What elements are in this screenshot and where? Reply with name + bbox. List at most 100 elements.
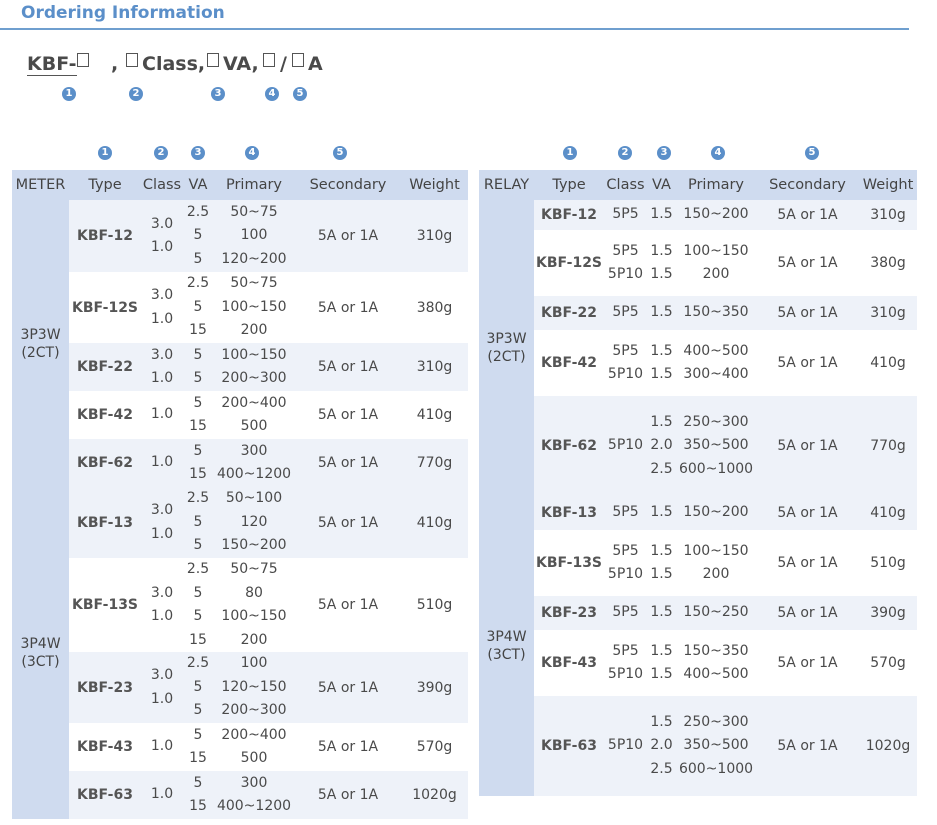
class-value: 5P5 [612,206,639,223]
va-cell: 5 15 [183,723,213,771]
primary-value: 200~300 [221,702,287,719]
weight-cell: 570g [870,655,906,671]
class-value: 5P5 [612,642,639,659]
primary-value: 50~75 [230,561,278,577]
va-value: 2.0 [650,437,673,454]
primary-value: 600~1000 [678,760,754,777]
class-cell: 3.0 1.0 [141,652,183,723]
va-value: 1.5 [650,713,673,730]
meter-badge-1: 1 [98,146,112,160]
secondary-cell: 5A or 1A [295,343,401,391]
va-value: 5 [193,726,203,743]
secondary-cell: 5A or 1A [756,596,859,630]
va-value: 5 [193,250,203,267]
primary-value: 200 [702,566,730,582]
weight-cell: 410g [859,496,917,530]
table-row: KBF-22 3.0 1.0 5 5 100~150 200~300 5A or 1A 310g [12,343,468,391]
va-value: 5 [193,608,203,624]
va-value: 1.5 [650,304,673,321]
primary-cell: 150~350 400~500 [676,630,756,696]
secondary-cell: 5A or 1A [317,597,379,613]
class-value: 3.0 [150,215,174,232]
group-sublabel: (2CT) [487,349,526,365]
va-value: 5 [193,537,203,554]
primary-value: 200 [240,322,268,339]
class-value: 3.0 [150,584,174,601]
primary-cell: 50~100 120 150~200 [213,487,295,558]
col-header: METER [12,170,69,200]
weight-cell: 570g [416,739,453,755]
weight-cell: 770g [859,396,917,496]
primary-value: 300~400 [683,366,749,382]
va-value: 2.5 [186,561,210,577]
class-value: 1.0 [150,525,174,542]
secondary-cell: 5A or 1A [295,200,401,272]
va-value: 5 [193,584,203,601]
va-value: 2.5 [650,760,673,777]
primary-cell: 50~75 100 120~200 [213,200,295,272]
table-row: 3P4W (3CT) KBF-13 5P5 1.5 150~200 5A or 1A 410g [479,496,917,796]
va-cell: 1.5 1.5 [647,630,676,696]
va-value: 1.5 [650,504,673,521]
group-label: 3P4W [20,636,61,652]
primary-cell: 250~300 350~500 600~1000 [676,396,756,496]
primary-cell: 200~400 500 [213,391,295,439]
va-cell: 1.5 [647,296,676,330]
type-cell: KBF-13S [71,597,139,613]
col-header: Type [69,170,141,200]
primary-cell: 250~300 350~500 600~1000 [676,696,756,796]
code-va-label: VA, [223,53,259,75]
va-value: 1.5 [650,542,673,559]
primary-value: 200~400 [221,394,287,411]
class-cell: 5P10 [604,696,647,796]
secondary-cell: 5A or 1A [756,200,859,230]
class-value: 3.0 [150,287,174,303]
wiring-group-cell: 3P4W (3CT) [12,487,69,819]
primary-value: 100 [240,227,268,244]
table-row: KBF-13S 3.0 1.0 2.5 5 5 15 50~75 80 100~150 200 5A … [12,558,468,652]
class-value: 5P5 [612,542,639,559]
type-cell: KBF-22 [69,343,141,391]
col-header: Type [534,170,604,200]
va-value: 5 [193,678,203,695]
va-value: 15 [189,798,207,814]
primary-value: 400~500 [683,666,749,682]
primary-value: 350~500 [683,437,749,454]
table-row: KBF-13S 5P5 5P10 1.5 1.5 100~150 200 5A or 1A 51… [479,530,917,596]
primary-cell: 100~150 200 [676,530,756,596]
secondary-cell: 5A or 1A [317,739,379,755]
primary-value: 400~1200 [216,466,292,482]
va-value: 15 [189,466,207,482]
class-value: 5P10 [607,266,644,282]
va-cell: 2.5 5 5 [183,652,213,723]
placeholder-box [292,53,304,67]
relay-badge-1: 1 [563,146,577,160]
primary-value: 400~1200 [216,798,292,814]
col-header: Secondary [756,170,859,200]
weight-cell: 410g [416,407,453,423]
table-row: KBF-63 1.0 5 15 300 400~1200 5A or 1A 1020g [12,771,468,819]
va-value: 1.5 [650,242,673,259]
class-cell: 5P5 [604,296,647,330]
primary-value: 200~300 [221,370,287,386]
type-cell: KBF-43 [541,655,597,671]
class-value: 5P10 [607,437,644,454]
weight-cell: 310g [401,200,468,272]
primary-cell: 300 400~1200 [213,439,295,487]
table-row: KBF-12S 5P5 5P10 1.5 1.5 100~150 200 5A or 1A 38… [479,230,917,296]
weight-cell: 510g [416,597,453,613]
class-cell: 3.0 1.0 [141,343,183,391]
type-cell: KBF-12 [69,200,141,272]
primary-value: 300 [240,774,268,791]
type-cell: KBF-13 [534,496,604,530]
meter-table: METER Type Class VA Primary Secondary Weight 3P… [12,170,468,819]
weight-cell: 380g [870,255,906,271]
va-value: 15 [189,418,207,434]
primary-value: 80 [245,584,263,601]
va-cell: 5 15 [183,771,213,819]
table-row: KBF-22 5P5 1.5 150~350 5A or 1A 310g [479,296,917,330]
va-value: 2.5 [186,275,210,292]
class-cell: 1.0 [141,771,183,819]
class-cell: 5P5 5P10 [604,230,647,296]
primary-value: 50~100 [225,490,283,507]
